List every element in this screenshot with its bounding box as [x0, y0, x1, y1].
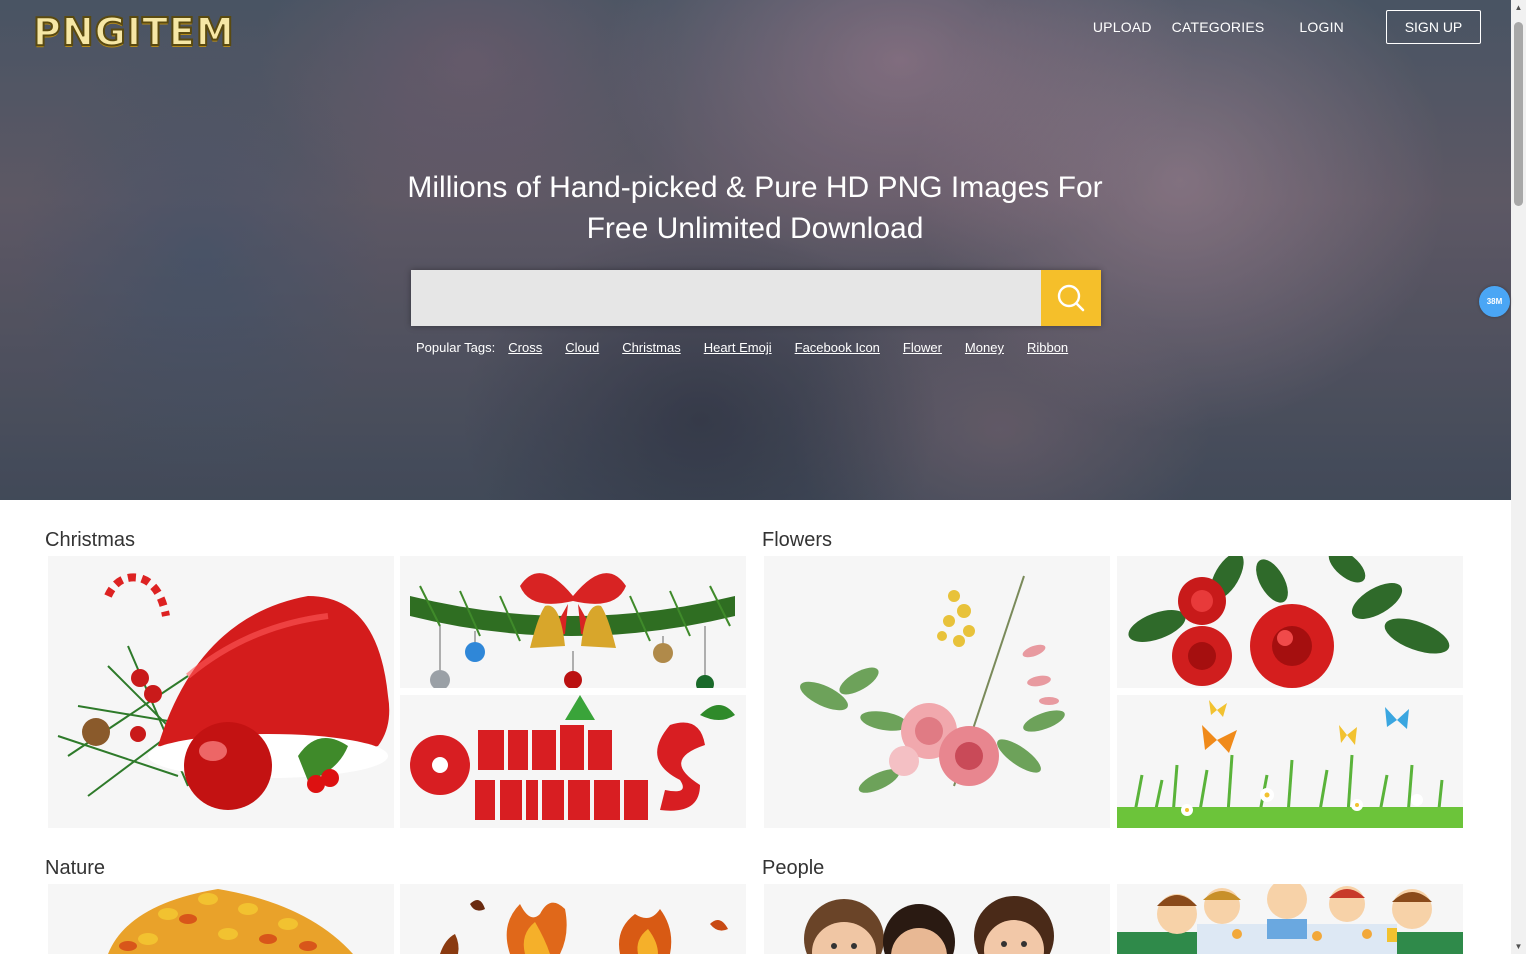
bells-bow-garland-image[interactable]: [400, 556, 746, 688]
fire-flames-image[interactable]: [400, 884, 746, 954]
section-title-people[interactable]: People: [762, 856, 824, 880]
page-scrollbar[interactable]: ▲ ▼: [1511, 0, 1526, 954]
counter-badge[interactable]: 38M: [1479, 286, 1510, 317]
search-input[interactable]: [411, 270, 1041, 326]
upload-link[interactable]: UPLOAD: [1093, 19, 1152, 35]
login-link[interactable]: LOGIN: [1299, 19, 1344, 35]
section-title-christmas[interactable]: Christmas: [45, 528, 135, 552]
tag-cloud[interactable]: Cloud: [565, 340, 599, 355]
tag-flower[interactable]: Flower: [903, 340, 942, 355]
page: PNGITEM UPLOAD CATEGORIES LOGIN SIGN UP …: [0, 0, 1526, 954]
signup-button[interactable]: SIGN UP: [1386, 10, 1481, 44]
site-logo[interactable]: PNGITEM: [32, 11, 235, 53]
scrollbar-thumb[interactable]: [1514, 22, 1523, 206]
children-faces-image[interactable]: [764, 884, 1110, 954]
tag-ribbon[interactable]: Ribbon: [1027, 340, 1068, 355]
scroll-down-icon[interactable]: ▼: [1511, 939, 1526, 954]
section-title-flowers[interactable]: Flowers: [762, 528, 832, 552]
categories-link[interactable]: CATEGORIES: [1172, 19, 1265, 35]
scroll-up-icon[interactable]: ▲: [1511, 0, 1526, 15]
tag-cross[interactable]: Cross: [508, 340, 542, 355]
search-button[interactable]: [1041, 270, 1101, 326]
popular-tags: Popular Tags: Cross Cloud Christmas Hear…: [416, 340, 1068, 355]
hero-banner: PNGITEM UPLOAD CATEGORIES LOGIN SIGN UP …: [0, 0, 1511, 500]
red-roses-image[interactable]: [1117, 556, 1463, 688]
butterflies-grass-image[interactable]: [1117, 695, 1463, 828]
search-bar: [411, 270, 1101, 326]
merry-christmas-lettering-image[interactable]: [400, 695, 746, 828]
popular-tags-label: Popular Tags:: [416, 340, 496, 355]
autumn-leaves-pile-image[interactable]: [48, 884, 394, 954]
tag-facebook-icon[interactable]: Facebook Icon: [795, 340, 880, 355]
cartoon-family-dinner-image[interactable]: [1117, 884, 1463, 954]
search-icon: [1057, 284, 1085, 312]
tag-heart-emoji[interactable]: Heart Emoji: [704, 340, 772, 355]
top-navigation: UPLOAD CATEGORIES LOGIN SIGN UP: [1073, 10, 1481, 44]
tag-christmas[interactable]: Christmas: [622, 340, 681, 355]
hero-headline: Millions of Hand-picked & Pure HD PNG Im…: [407, 171, 1103, 245]
section-title-nature[interactable]: Nature: [45, 856, 105, 880]
watercolor-bouquet-image[interactable]: [764, 556, 1110, 828]
santa-hat-ornament-image[interactable]: [48, 556, 394, 828]
tag-money[interactable]: Money: [965, 340, 1004, 355]
